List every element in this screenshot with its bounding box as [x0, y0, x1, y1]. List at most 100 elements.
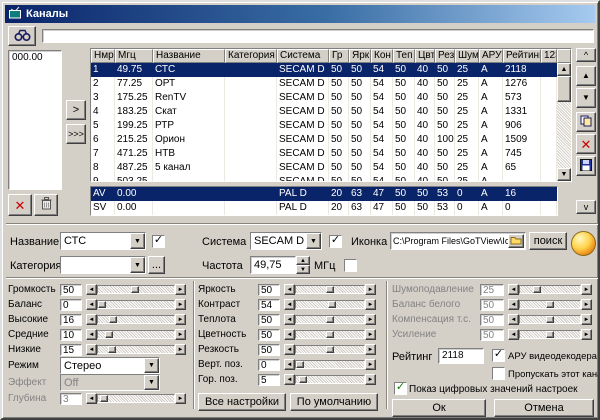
chevron-down-icon[interactable]: ▼ — [130, 257, 145, 273]
trash-button[interactable] — [34, 194, 58, 216]
slider-control[interactable]: ◄► — [86, 314, 186, 325]
slider-right-arrow-icon[interactable]: ► — [175, 299, 186, 310]
icon-browse-button[interactable] — [508, 234, 524, 248]
cancel-button[interactable]: Отмена — [494, 399, 594, 417]
slider-control[interactable]: ◄► — [284, 299, 376, 310]
panel-scroll-down-button[interactable]: v — [576, 200, 596, 214]
slider-control[interactable]: ◄► — [86, 344, 186, 355]
delete-channel-button[interactable]: ✕ — [576, 134, 596, 154]
vertical-scrollbar[interactable]: ▲ ▼ — [557, 63, 571, 181]
icon-search-button[interactable]: поиск — [529, 232, 567, 250]
slider-right-arrow-icon[interactable]: ► — [175, 314, 186, 325]
slider-control[interactable]: ◄► — [86, 284, 186, 295]
table-row[interactable]: SV0.00PAL D2063475050530A0 — [91, 201, 557, 215]
slider-right-arrow-icon[interactable]: ► — [365, 314, 376, 325]
slider-left-arrow-icon[interactable]: ◄ — [284, 284, 295, 295]
scroll-up-icon[interactable]: ▲ — [557, 63, 571, 76]
column-header-8[interactable]: Кон — [371, 49, 393, 63]
show-digits-checkbox[interactable]: ✓ — [394, 382, 407, 395]
chevron-down-icon[interactable]: ▼ — [144, 358, 159, 373]
slider-left-arrow-icon[interactable]: ◄ — [284, 344, 295, 355]
slider-right-arrow-icon[interactable]: ► — [175, 284, 186, 295]
spin-up-icon[interactable]: ▲ — [296, 256, 310, 265]
slider-thumb[interactable] — [109, 316, 117, 323]
rating-field[interactable]: 2118 — [438, 348, 484, 364]
slider-left-arrow-icon[interactable]: ◄ — [284, 329, 295, 340]
scrollbar-thumb[interactable] — [557, 76, 571, 102]
column-header-15[interactable]: 123 — [541, 49, 557, 63]
table-row[interactable]: 3175.25RenTVSECAM D50505450405025A573 — [91, 91, 557, 105]
slider-track[interactable] — [97, 315, 175, 324]
column-header-2[interactable]: Мгц — [115, 49, 153, 63]
slider-track[interactable] — [97, 285, 175, 294]
slider-thumb[interactable] — [326, 331, 334, 338]
save-button[interactable] — [576, 156, 596, 176]
table-row[interactable]: 4183.25СкатSECAM D50505450405025A1331 — [91, 105, 557, 119]
delete-frequency-button[interactable]: ✕ — [8, 194, 32, 216]
slider-right-arrow-icon[interactable]: ► — [175, 329, 186, 340]
slider-right-arrow-icon[interactable]: ► — [365, 374, 376, 385]
spin-down-icon[interactable]: ▼ — [296, 265, 310, 274]
slider-track[interactable] — [295, 345, 365, 354]
table-row[interactable]: 5199.25РТРSECAM D50505450405025A906 — [91, 119, 557, 133]
agc-checkbox-label[interactable]: АРУ видеодекодера — [508, 351, 597, 362]
column-header-6[interactable]: Гр — [329, 49, 349, 63]
icon-path-field[interactable]: C:\Program Files\GoTView\Icons\CTC. — [390, 232, 526, 250]
column-header-11[interactable]: Рез — [435, 49, 455, 63]
slider-thumb[interactable] — [98, 301, 106, 308]
slider-right-arrow-icon[interactable]: ► — [365, 284, 376, 295]
scroll-down-icon[interactable]: ▼ — [557, 168, 571, 181]
column-header-4[interactable]: Категория — [225, 49, 277, 63]
column-header-9[interactable]: Теп — [393, 49, 415, 63]
skip-channel-label[interactable]: Пропускать этот канал — [508, 369, 600, 380]
column-header-5[interactable]: Система — [277, 49, 329, 63]
slider-left-arrow-icon[interactable]: ◄ — [284, 314, 295, 325]
slider-left-arrow-icon[interactable]: ◄ — [86, 299, 97, 310]
title-bar[interactable]: Каналы — [5, 5, 595, 23]
frequency-checkbox[interactable] — [344, 259, 357, 272]
slider-right-arrow-icon[interactable]: ► — [365, 359, 376, 370]
column-header-12[interactable]: Шум — [455, 49, 479, 63]
slider-control[interactable]: ◄► — [284, 359, 376, 370]
slider-control[interactable]: ◄► — [284, 314, 376, 325]
slider-track[interactable] — [97, 330, 175, 339]
table-row[interactable]: 149.75СТСSECAM D50505450405025A2118 — [91, 63, 557, 77]
table-row[interactable]: 9503.25SECAM D50505450405025A — [91, 175, 557, 181]
column-header-10[interactable]: Цвт — [415, 49, 435, 63]
chevron-down-icon[interactable]: ▼ — [130, 233, 145, 249]
column-header-13[interactable]: АРУ — [479, 49, 503, 63]
slider-left-arrow-icon[interactable]: ◄ — [86, 329, 97, 340]
table-row[interactable]: AV0.00PAL D2063475050530A16 — [91, 187, 557, 201]
category-browse-button[interactable]: ... — [148, 256, 165, 274]
slider-thumb[interactable] — [105, 331, 113, 338]
slider-left-arrow-icon[interactable]: ◄ — [284, 374, 295, 385]
all-settings-button[interactable]: Все настройки — [198, 393, 286, 411]
slider-right-arrow-icon[interactable]: ► — [175, 344, 186, 355]
slider-control[interactable]: ◄► — [284, 329, 376, 340]
slider-track[interactable] — [97, 300, 175, 309]
slider-track[interactable] — [295, 375, 365, 384]
slider-control[interactable]: ◄► — [284, 374, 376, 385]
column-header-3[interactable]: Название — [153, 49, 225, 63]
slider-control[interactable]: ◄► — [86, 299, 186, 310]
chevron-down-icon[interactable]: ▼ — [306, 233, 321, 249]
slider-left-arrow-icon[interactable]: ◄ — [284, 299, 295, 310]
column-header-7[interactable]: Ярк — [349, 49, 371, 63]
slider-right-arrow-icon[interactable]: ► — [365, 299, 376, 310]
slider-thumb[interactable] — [326, 346, 334, 353]
slider-track[interactable] — [295, 315, 365, 324]
column-header-1[interactable]: Нмр — [91, 49, 115, 63]
slider-track[interactable] — [295, 330, 365, 339]
slider-thumb[interactable] — [299, 376, 307, 383]
slider-thumb[interactable] — [326, 286, 334, 293]
copy-channel-button[interactable] — [576, 112, 596, 132]
category-combo[interactable]: ▼ — [60, 256, 146, 274]
slider-track[interactable] — [295, 360, 365, 369]
slider-left-arrow-icon[interactable]: ◄ — [284, 359, 295, 370]
defaults-button[interactable]: По умолчанию — [290, 393, 378, 411]
frequency-list[interactable]: 000.00 — [8, 50, 62, 190]
move-one-button[interactable]: > — [66, 100, 86, 120]
move-row-down-button[interactable]: ▼ — [576, 88, 596, 108]
column-header-14[interactable]: Рейтинг — [503, 49, 541, 63]
move-all-button[interactable]: >>> — [66, 124, 86, 144]
